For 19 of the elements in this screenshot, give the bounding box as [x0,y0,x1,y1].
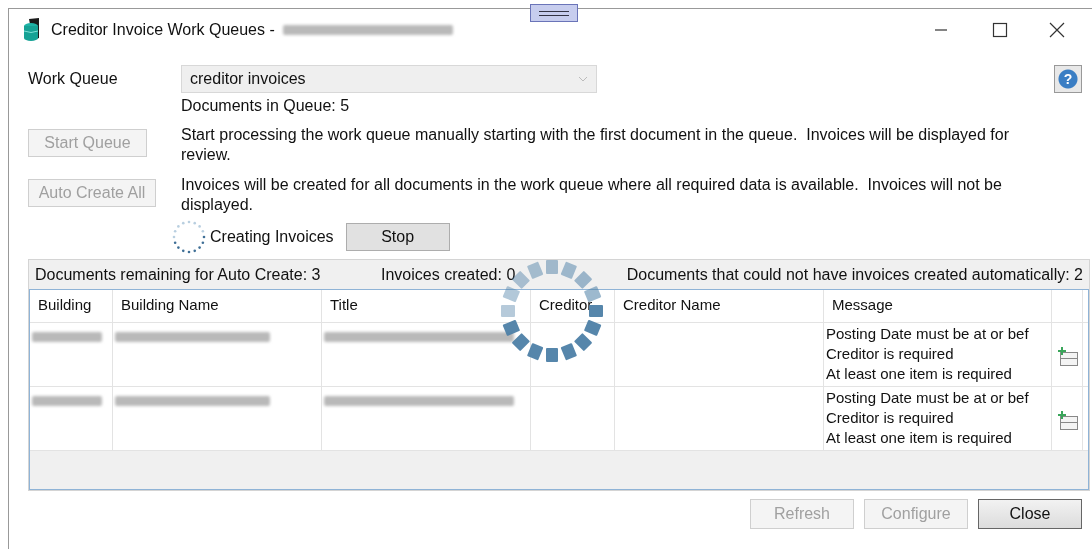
column-header: Building [30,290,113,322]
work-queue-dropdown[interactable]: creditor invoices [181,65,597,93]
message-text: Posting Date must be at or bef Creditor is required At least one item is required [826,388,1030,448]
stop-button[interactable]: Stop [345,223,450,251]
dialog-button[interactable]: Close [978,499,1082,529]
summary-text: Documents remaining for Auto Create: 3 [35,266,322,284]
column-header: Building Name [113,290,322,322]
column-header: Message [824,290,1052,322]
message-text: Posting Date must be at or bef Creditor is required At least one item is required [826,324,1030,384]
status-text: Creating Invoices [210,228,334,246]
window-title: Creditor Invoice Work Queues - [51,21,276,39]
queue-count: Documents in Queue: 5 [181,97,351,115]
field-label: Work Queue [28,70,119,88]
action-description: Start processing the work queue manually starting with the first document in the queue. Invoices will be displayed for review. [181,125,1010,165]
action-description: Invoices will be created for all documents in the work queue where all required data is available. Invoices will not be displayed. [181,175,1003,215]
help-button[interactable]: ? [1054,65,1082,93]
summary-text: Documents that could not have invoices created automatically: 2 [626,266,1083,284]
column-header: Creditor Name [615,290,824,322]
summary-text: Invoices created: 0 [381,266,516,284]
